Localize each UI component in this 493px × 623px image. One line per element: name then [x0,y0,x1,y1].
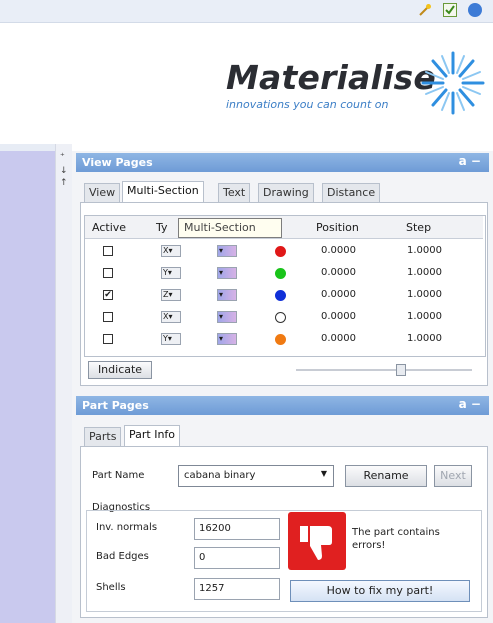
color-swatch[interactable] [275,290,286,301]
axis-dropdown[interactable]: Y▾ [161,267,181,279]
bad-edges-label: Bad Edges [96,551,149,562]
pin-icon[interactable]: ⁺ [60,152,66,162]
step-value[interactable]: 1.0000 [407,289,442,300]
axis-value: X [163,312,169,321]
axis-dropdown[interactable]: Z▾ [161,289,181,301]
left-panel [0,151,55,623]
step-value[interactable]: 1.0000 [407,333,442,344]
shells-field[interactable]: 1257 [194,578,280,600]
table-row: X▾ ▾ 0.0000 1.0000 [85,241,483,263]
axis-value: X [163,246,169,255]
active-checkbox[interactable]: ✔ [103,290,113,300]
part-pages-header[interactable]: Part Pages a − [76,396,489,415]
tab-parts[interactable]: Parts [84,427,122,446]
col-type: Ty [156,221,168,234]
next-button[interactable]: Next [434,465,472,487]
tab-drawing[interactable]: Drawing [258,183,314,202]
color-swatch[interactable] [275,268,286,279]
plane-style-dropdown[interactable]: ▾ [217,289,237,301]
tab-multi-section[interactable]: Multi-Section [122,181,204,202]
part-name-value: cabana binary [184,470,256,481]
tab-part-info[interactable]: Part Info [124,425,181,446]
tab-view[interactable]: View [84,183,121,202]
section-slider[interactable] [296,364,472,376]
position-value[interactable]: 0.0000 [321,311,356,322]
thumbs-down-icon [288,512,346,570]
position-value[interactable]: 0.0000 [321,267,356,278]
axis-value: Y [163,268,168,277]
axis-dropdown[interactable]: X▾ [161,245,181,257]
pin-icon[interactable]: ↓ [60,166,68,176]
chevron-down-icon: ▼ [320,469,327,478]
table-row: ✔ Z▾ ▾ 0.0000 1.0000 [85,285,483,307]
tab-distance[interactable]: Distance [322,183,381,202]
status-text: The part contains errors! [352,527,440,551]
panel-splitter[interactable] [55,144,72,623]
part-name-select[interactable]: cabana binary ▼ [178,465,334,487]
active-checkbox[interactable] [103,268,113,278]
position-value[interactable]: 0.0000 [321,245,356,256]
indicate-button[interactable]: Indicate [88,361,152,379]
color-swatch[interactable] [275,246,286,257]
active-checkbox[interactable] [103,334,113,344]
axis-value: Z [163,290,169,299]
part-pages-header-buttons[interactable]: a − [459,397,481,411]
col-step: Step [406,221,432,234]
view-pages-title: View Pages [82,156,153,169]
axis-dropdown[interactable]: Y▾ [161,333,181,345]
part-name-label: Part Name [92,470,145,481]
plane-style-dropdown[interactable]: ▾ [217,267,237,279]
active-checkbox[interactable] [103,312,113,322]
logo-tagline: innovations you can count on [226,98,389,111]
step-value[interactable]: 1.0000 [407,245,442,256]
plane-style-dropdown[interactable]: ▾ [217,333,237,345]
plane-style-dropdown[interactable]: ▾ [217,311,237,323]
table-row: X▾ ▾ 0.0000 1.0000 [85,307,483,329]
view-pages-header-buttons[interactable]: a − [459,154,481,168]
pin-icon[interactable]: ↑ [60,178,68,188]
active-checkbox[interactable] [103,246,113,256]
position-value[interactable]: 0.0000 [321,333,356,344]
view-pages-header[interactable]: View Pages a − [76,153,489,172]
tooltip: Multi-Section [178,218,282,238]
color-swatch[interactable] [275,312,286,323]
rename-button[interactable]: Rename [345,465,427,487]
magic-wand-icon[interactable] [418,3,432,17]
table-row: Y▾ ▾ 0.0000 1.0000 [85,329,483,351]
help-icon[interactable] [468,3,482,17]
color-swatch[interactable] [275,334,286,345]
slider-thumb[interactable] [396,364,406,376]
inv-normals-label: Inv. normals [96,522,158,533]
col-position: Position [316,221,359,234]
step-value[interactable]: 1.0000 [407,267,442,278]
check-icon[interactable] [443,3,457,17]
col-active: Active [92,221,127,234]
table-row: Y▾ ▾ 0.0000 1.0000 [85,263,483,285]
tab-text[interactable]: Text [218,183,251,202]
position-value[interactable]: 0.0000 [321,289,356,300]
axis-dropdown[interactable]: X▾ [161,311,181,323]
part-pages-title: Part Pages [82,399,149,412]
axis-value: Y [163,334,168,343]
shells-label: Shells [96,582,126,593]
fix-part-button[interactable]: How to fix my part! [290,580,470,602]
bad-edges-field[interactable]: 0 [194,547,280,569]
logo-burst-icon [421,51,485,115]
logo-wordmark: Materialise [226,58,436,97]
inv-normals-field[interactable]: 16200 [194,518,280,540]
plane-style-dropdown[interactable]: ▾ [217,245,237,257]
step-value[interactable]: 1.0000 [407,311,442,322]
